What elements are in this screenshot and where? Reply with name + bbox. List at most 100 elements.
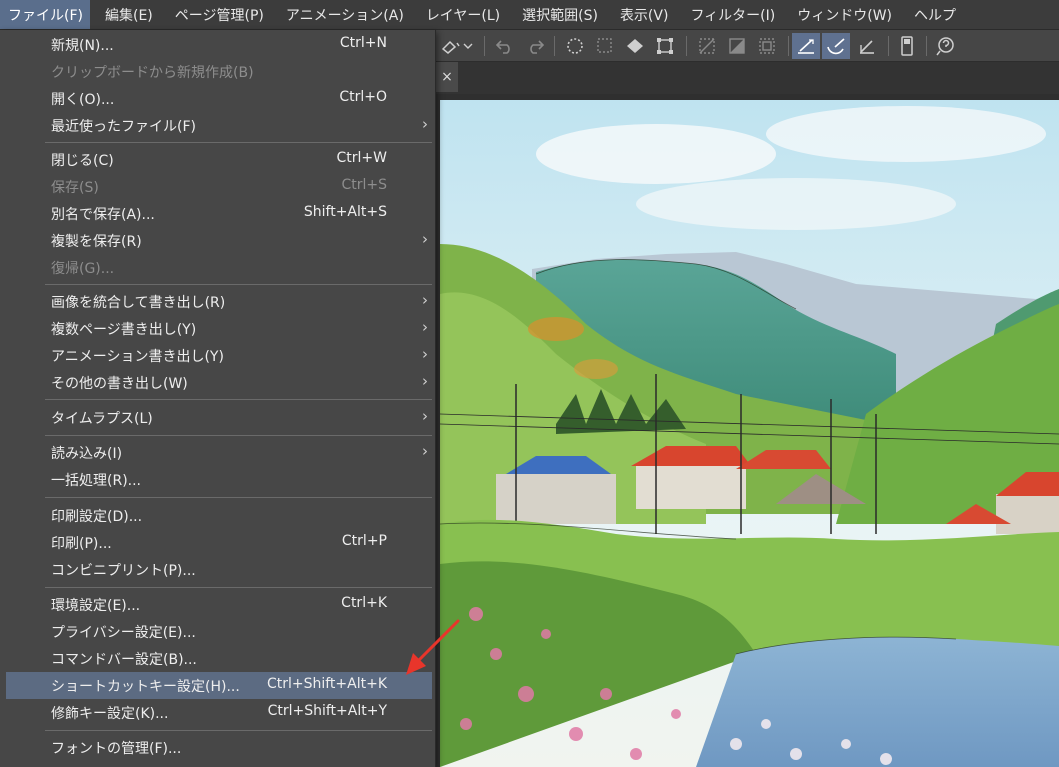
frame-icon[interactable]: [754, 33, 780, 59]
menu-item-shortcut: Ctrl+K: [341, 595, 387, 611]
chevron-right-icon: ›: [422, 115, 428, 133]
undo-icon[interactable]: [492, 33, 518, 59]
menu-file[interactable]: ファイル(F): [0, 0, 90, 29]
menu-item-label: その他の書き出し(W): [51, 376, 188, 392]
menu-item-save[interactable]: 保存(S) Ctrl+S: [6, 173, 432, 200]
menu-item-shortcut: Ctrl+W: [336, 150, 387, 166]
menu-item-print[interactable]: 印刷(P)... Ctrl+P: [6, 529, 432, 556]
menu-filter[interactable]: フィルター(I): [682, 0, 782, 29]
menu-item-label: プライバシー設定(E)...: [51, 625, 196, 641]
menu-item-label: 別名で保存(A)...: [51, 207, 155, 223]
menu-item-close[interactable]: 閉じる(C) Ctrl+W: [6, 146, 432, 173]
menu-item-export-single[interactable]: 画像を統合して書き出し(R) ›: [6, 288, 432, 315]
document-tab-strip: ×: [436, 62, 1059, 94]
menu-item-label: 読み込み(I): [51, 446, 123, 462]
artwork-image: [439, 100, 1059, 767]
file-menu-dropdown: 新規(N)... Ctrl+N クリップボードから新規作成(B) 開く(O)..…: [0, 30, 436, 767]
menu-item-label: 複製を保存(R): [51, 234, 142, 250]
menu-item-label: 閉じる(C): [51, 153, 114, 169]
menu-item-open[interactable]: 開く(O)... Ctrl+O: [6, 85, 432, 112]
menu-page-management[interactable]: ページ管理(P): [167, 0, 271, 29]
menu-item-label: アニメーション書き出し(Y): [51, 349, 224, 365]
menu-item-label: 画像を統合して書き出し(R): [51, 295, 226, 311]
menu-edit[interactable]: 編集(E): [97, 0, 160, 29]
help-icon[interactable]: [932, 33, 958, 59]
menu-item-export-other[interactable]: その他の書き出し(W) ›: [6, 369, 432, 396]
menu-item-label: 復帰(G)...: [51, 261, 115, 277]
chevron-right-icon: ›: [422, 291, 428, 309]
menu-selection[interactable]: 選択範囲(S): [514, 0, 605, 29]
command-bar: [436, 30, 1059, 62]
snap-icon[interactable]: [854, 33, 880, 59]
menu-item-command-bar-settings[interactable]: コマンドバー設定(B)...: [6, 645, 432, 672]
menu-item-label: ショートカットキー設定(H)...: [51, 679, 240, 695]
menu-item-shortcut: Ctrl+O: [339, 89, 387, 105]
menu-item-label: フォントの管理(F)...: [51, 741, 182, 757]
menu-item-new[interactable]: 新規(N)... Ctrl+N: [6, 31, 432, 58]
annotation-arrow-icon: [406, 619, 460, 675]
redo-icon[interactable]: [522, 33, 548, 59]
menu-item-save-as[interactable]: 別名で保存(A)... Shift+Alt+S: [6, 200, 432, 227]
menu-item-label: 新規(N)...: [51, 38, 114, 54]
menu-item-label: 印刷(P)...: [51, 536, 112, 552]
menu-item-manage-fonts[interactable]: フォントの管理(F)...: [6, 734, 432, 761]
menu-item-modifier-key-settings[interactable]: 修飾キー設定(K)... Ctrl+Shift+Alt+Y: [6, 699, 432, 726]
close-icon[interactable]: ×: [436, 62, 458, 92]
menu-item-shortcut: Shift+Alt+S: [303, 204, 387, 220]
menu-item-print-settings[interactable]: 印刷設定(D)...: [6, 502, 432, 529]
menu-layer[interactable]: レイヤー(L): [418, 0, 507, 29]
transform-icon[interactable]: [652, 33, 678, 59]
clear-icon[interactable]: [694, 33, 720, 59]
canvas-area[interactable]: [436, 94, 1059, 767]
menu-item-shortcut: Ctrl+P: [341, 533, 387, 549]
menu-item-export-multiple-pages[interactable]: 複数ページ書き出し(Y) ›: [6, 315, 432, 342]
chevron-right-icon: ›: [422, 407, 428, 425]
chevron-right-icon: ›: [422, 372, 428, 390]
menu-item-save-duplicate[interactable]: 複製を保存(R) ›: [6, 227, 432, 254]
menu-item-import[interactable]: 読み込み(I) ›: [6, 439, 432, 466]
menu-item-export-animation[interactable]: アニメーション書き出し(Y) ›: [6, 342, 432, 369]
menu-item-convenience-print[interactable]: コンビニプリント(P)...: [6, 556, 432, 583]
menu-item-shortcut: Ctrl+S: [341, 177, 387, 193]
menu-item-label: 最近使ったファイル(F): [51, 119, 196, 135]
menu-item-privacy-settings[interactable]: プライバシー設定(E)...: [6, 618, 432, 645]
menu-view[interactable]: 表示(V): [612, 0, 676, 29]
menu-item-label: コンビニプリント(P)...: [51, 563, 196, 579]
chevron-right-icon: ›: [422, 318, 428, 336]
device-icon[interactable]: [894, 33, 920, 59]
menu-item-shortcut: Ctrl+N: [339, 35, 387, 51]
menu-item-recent-files[interactable]: 最近使ったファイル(F) ›: [6, 112, 432, 139]
lasso-icon[interactable]: [562, 33, 588, 59]
brush-ruler-icon[interactable]: [822, 33, 850, 59]
ruler-icon[interactable]: [792, 33, 820, 59]
menu-item-shortcut: Ctrl+Shift+Alt+Y: [267, 703, 387, 719]
menu-item-label: コマンドバー設定(B)...: [51, 652, 197, 668]
menu-window[interactable]: ウィンドウ(W): [789, 0, 899, 29]
bucket-icon[interactable]: [622, 33, 648, 59]
menu-item-revert[interactable]: 復帰(G)...: [6, 254, 432, 281]
menu-item-label: 一括処理(R)...: [51, 473, 142, 489]
menu-item-label: 環境設定(E)...: [51, 598, 141, 614]
chevron-right-icon: ›: [422, 345, 428, 363]
menu-item-preferences[interactable]: 環境設定(E)... Ctrl+K: [6, 591, 432, 618]
menu-item-label: 複数ページ書き出し(Y): [51, 322, 197, 338]
chevron-right-icon: ›: [422, 442, 428, 460]
menu-item-label: 修飾キー設定(K)...: [51, 706, 169, 722]
menu-item-shortcut: Ctrl+Shift+Alt+K: [266, 676, 387, 692]
menu-animation[interactable]: アニメーション(A): [278, 0, 411, 29]
menu-item-new-from-clipboard[interactable]: クリップボードから新規作成(B): [6, 58, 432, 85]
menu-help[interactable]: ヘルプ: [906, 0, 963, 29]
menu-item-label: 開く(O)...: [51, 92, 115, 108]
menu-item-label: タイムラプス(L): [51, 411, 153, 427]
menu-item-label: 印刷設定(D)...: [51, 509, 143, 525]
select-icon[interactable]: [592, 33, 618, 59]
menu-item-shortcut-settings[interactable]: ショートカットキー設定(H)... Ctrl+Shift+Alt+K: [6, 672, 432, 699]
menu-item-label: クリップボードから新規作成(B): [51, 65, 254, 81]
menu-bar: ファイル(F) 編集(E) ページ管理(P) アニメーション(A) レイヤー(L…: [0, 0, 1059, 30]
chevron-right-icon: ›: [422, 230, 428, 248]
menu-item-timelapse[interactable]: タイムラプス(L) ›: [6, 404, 432, 431]
chevron-down-icon[interactable]: [460, 33, 476, 59]
menu-item-batch-process[interactable]: 一括処理(R)...: [6, 466, 432, 493]
menu-item-label: 保存(S): [51, 180, 99, 196]
invert-icon[interactable]: [724, 33, 750, 59]
